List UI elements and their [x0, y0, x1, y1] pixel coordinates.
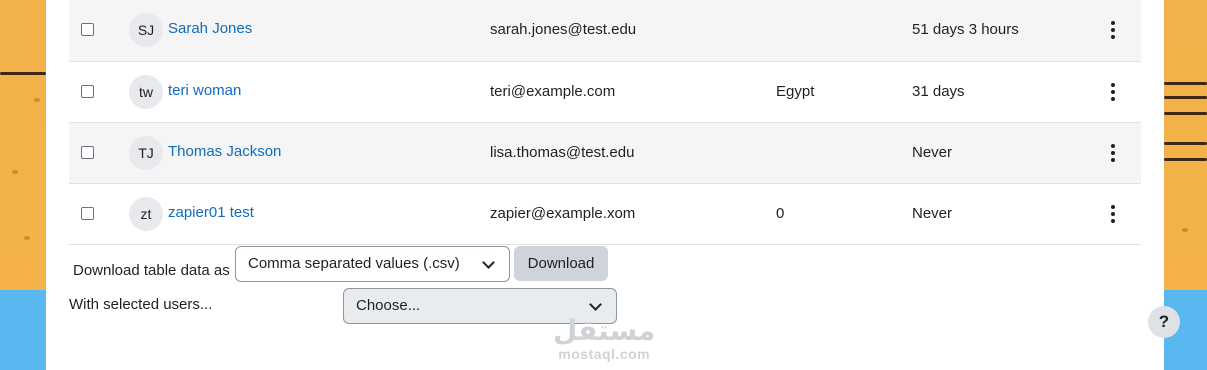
watermark-latin: mostaql.com — [558, 346, 651, 362]
select-row-checkbox[interactable] — [81, 85, 94, 98]
download-format-select[interactable]: Comma separated values (.csv) — [235, 246, 510, 282]
users-table: SJ Sarah Jones sarah.jones@test.edu 51 d… — [69, 0, 1141, 245]
row-actions-menu-icon[interactable] — [1105, 143, 1121, 163]
bulk-action-value: Choose... — [356, 297, 421, 314]
bulk-action-label: With selected users... — [69, 296, 213, 313]
user-name-link[interactable]: teri woman — [168, 82, 241, 99]
select-row-checkbox[interactable] — [81, 23, 94, 36]
chevron-down-icon — [482, 256, 495, 269]
table-row: SJ Sarah Jones sarah.jones@test.edu 51 d… — [69, 0, 1141, 62]
last-access-cell: 51 days 3 hours — [912, 21, 1019, 38]
country-cell: 0 — [776, 205, 785, 222]
select-row-checkbox[interactable] — [81, 146, 94, 159]
user-name-link[interactable]: Thomas Jackson — [168, 143, 281, 160]
avatar: tw — [129, 75, 163, 109]
email-cell: lisa.thomas@test.edu — [490, 144, 635, 161]
email-cell: zapier@example.xom — [490, 205, 636, 222]
watermark-arabic: مستقل — [553, 314, 656, 347]
user-name-link[interactable]: zapier01 test — [168, 204, 254, 221]
last-access-cell: 31 days — [912, 83, 965, 100]
user-name-link[interactable]: Sarah Jones — [168, 20, 252, 37]
left-background — [0, 0, 46, 370]
country-cell: Egypt — [776, 83, 815, 100]
avatar: zt — [129, 197, 163, 231]
last-access-cell: Never — [912, 205, 953, 222]
last-access-cell: Never — [912, 144, 953, 161]
row-actions-menu-icon[interactable] — [1105, 82, 1121, 102]
avatar: TJ — [129, 136, 163, 170]
watermark-logo: مستقل mostaql.com — [553, 314, 656, 363]
download-format-value: Comma separated values (.csv) — [248, 255, 460, 272]
select-row-checkbox[interactable] — [81, 207, 94, 220]
download-button[interactable]: Download — [514, 246, 608, 281]
download-label: Download table data as — [73, 262, 230, 279]
table-row: zt zapier01 test zapier@example.xom 0 Ne… — [69, 184, 1141, 245]
email-cell: sarah.jones@test.edu — [490, 21, 637, 38]
row-actions-menu-icon[interactable] — [1105, 204, 1121, 224]
avatar: SJ — [129, 13, 163, 47]
row-actions-menu-icon[interactable] — [1105, 20, 1121, 40]
table-row: TJ Thomas Jackson lisa.thomas@test.edu N… — [69, 123, 1141, 184]
table-row: tw teri woman teri@example.com Egypt 31 … — [69, 62, 1141, 123]
email-cell: teri@example.com — [490, 83, 616, 100]
chevron-down-icon — [589, 298, 602, 311]
help-button[interactable]: ? — [1148, 306, 1180, 338]
